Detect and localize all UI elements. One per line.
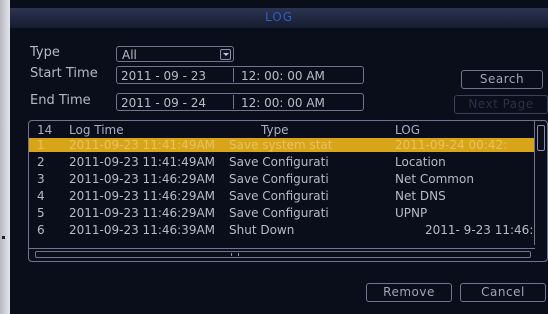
header-count: 14 xyxy=(37,123,53,137)
row-log: 2011-09-24 00:42: xyxy=(395,138,508,152)
row-type: Save system stat xyxy=(229,138,333,152)
row-type: Save Configurati xyxy=(229,206,329,220)
row-type: Save Configurati xyxy=(229,189,329,203)
cancel-button[interactable]: Cancel xyxy=(460,283,546,302)
row-log: UPNP xyxy=(395,206,428,220)
remove-button[interactable]: Remove xyxy=(366,283,452,302)
end-time-value: 12: 00: 00 AM xyxy=(241,96,325,110)
row-log: Net DNS xyxy=(395,189,446,203)
row-index: 6 xyxy=(37,223,45,237)
type-select-value: All xyxy=(122,48,137,62)
dialog-title: LOG xyxy=(264,10,293,24)
row-index: 2 xyxy=(37,155,45,169)
start-date-value: 2011 - 09 - 23 xyxy=(121,69,206,83)
table-row[interactable]: 4 2011-09-23 11:46:29AM Save Configurati… xyxy=(29,189,535,203)
table-row[interactable]: 3 2011-09-23 11:46:29AM Save Configurati… xyxy=(29,172,535,186)
table-header: 14 Log Time Type LOG xyxy=(29,123,535,137)
field-divider xyxy=(233,68,234,82)
end-time-field[interactable]: 2011 - 09 - 24 12: 00: 00 AM xyxy=(116,93,364,111)
type-select[interactable]: All xyxy=(116,46,234,62)
horizontal-scroll-thumb[interactable] xyxy=(35,251,531,258)
end-date-value: 2011 - 09 - 24 xyxy=(121,96,206,110)
row-index: 5 xyxy=(37,206,45,220)
vertical-scroll-thumb[interactable] xyxy=(537,125,545,151)
title-bar: LOG xyxy=(10,8,548,28)
row-type: Shut Down xyxy=(229,223,295,237)
row-index: 4 xyxy=(37,189,45,203)
end-time-label: End Time xyxy=(30,93,91,108)
vertical-scrollbar[interactable] xyxy=(534,121,547,245)
log-table: 14 Log Time Type LOG 1 2011-09-23 11:41:… xyxy=(28,120,548,262)
field-divider xyxy=(233,95,234,109)
row-type: Save Configurati xyxy=(229,155,329,169)
search-button[interactable]: Search xyxy=(461,70,543,89)
table-row[interactable]: 6 2011-09-23 11:46:39AM Shut Down 2011- … xyxy=(29,223,535,237)
log-dialog: LOG Type All Start Time 2011 - 09 - 23 1… xyxy=(0,0,548,314)
row-index: 1 xyxy=(37,138,45,152)
header-log-time: Log Time xyxy=(69,123,124,137)
row-index: 3 xyxy=(37,172,45,186)
row-type: Save Configurati xyxy=(229,172,329,186)
row-log: Location xyxy=(395,155,446,169)
header-log: LOG xyxy=(395,123,421,137)
start-time-value: 12: 00: 00 AM xyxy=(241,69,325,83)
table-row[interactable]: 5 2011-09-23 11:46:29AM Save Configurati… xyxy=(29,206,535,220)
screen-bezel xyxy=(0,0,10,314)
table-row[interactable]: 1 2011-09-23 11:41:49AM Save system stat… xyxy=(29,138,535,152)
row-log: 2011- 9-23 11:46: xyxy=(425,223,534,237)
start-time-label: Start Time xyxy=(30,66,98,81)
start-time-field[interactable]: 2011 - 09 - 23 12: 00: 00 AM xyxy=(116,66,364,84)
row-log: Net Common xyxy=(395,172,474,186)
horizontal-scrollbar[interactable] xyxy=(29,248,535,261)
cursor-dot xyxy=(2,236,5,239)
scroll-grip-icon xyxy=(231,253,239,256)
type-label: Type xyxy=(30,45,60,60)
chevron-down-icon xyxy=(220,49,231,60)
next-page-button[interactable]: Next Page xyxy=(454,95,548,114)
table-row[interactable]: 2 2011-09-23 11:41:49AM Save Configurati… xyxy=(29,155,535,169)
